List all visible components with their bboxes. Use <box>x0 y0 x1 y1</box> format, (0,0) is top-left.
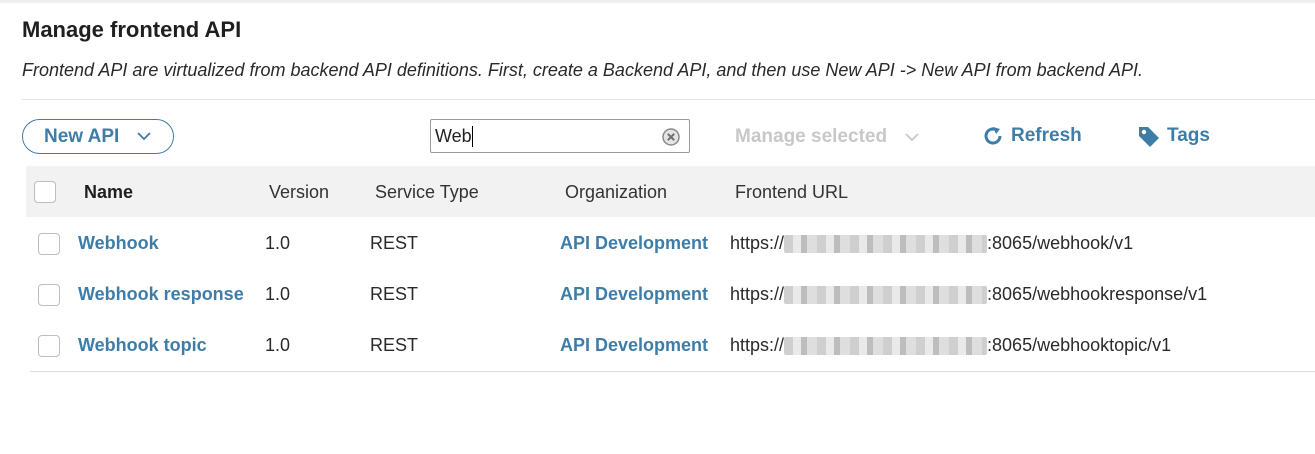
redacted-host <box>784 336 988 355</box>
redacted-host <box>784 285 988 304</box>
select-all-checkbox[interactable] <box>34 181 56 203</box>
table-row: Webhook topic 1.0 REST API Development h… <box>26 320 1315 371</box>
url-prefix: https:// <box>730 335 785 355</box>
table-bottom-border <box>30 371 1315 372</box>
url-suffix: :8065/webhook/v1 <box>987 233 1134 253</box>
column-header-name[interactable]: Name <box>84 182 133 203</box>
manage-selected-label: Manage selected <box>735 126 888 147</box>
api-service-type: REST <box>370 233 419 253</box>
url-suffix: :8065/webhooktopic/v1 <box>987 335 1172 355</box>
url-prefix: https:// <box>730 284 785 304</box>
refresh-icon <box>984 127 1002 145</box>
tag-icon <box>1139 127 1159 147</box>
api-frontend-url: https:// :8065/webhooktopic/v1 <box>730 335 1171 356</box>
new-api-button[interactable]: New API <box>22 119 174 154</box>
row-checkbox[interactable] <box>38 335 60 357</box>
api-name-link[interactable]: Webhook response <box>78 284 244 305</box>
text-cursor <box>472 126 473 147</box>
column-header-frontend-url[interactable]: Frontend URL <box>735 182 848 203</box>
tags-label: Tags <box>1167 125 1210 146</box>
api-name-link[interactable]: Webhook topic <box>78 335 207 356</box>
api-frontend-url: https:// :8065/webhookresponse/v1 <box>730 284 1207 305</box>
api-frontend-url: https:// :8065/webhook/v1 <box>730 233 1133 254</box>
chevron-down-icon <box>137 132 151 141</box>
page-subtitle: Frontend API are virtualized from backen… <box>22 60 1144 80</box>
search-box[interactable] <box>430 119 690 153</box>
manage-selected-dropdown[interactable]: Manage selected <box>735 126 919 148</box>
row-checkbox[interactable] <box>38 284 60 306</box>
table-row: Webhook response 1.0 REST API Developmen… <box>26 269 1315 320</box>
api-service-type: REST <box>370 335 419 355</box>
column-header-service-type[interactable]: Service Type <box>375 182 479 203</box>
api-organization-link[interactable]: API Development <box>560 233 708 254</box>
column-header-version[interactable]: Version <box>269 182 329 203</box>
api-service-type: REST <box>370 284 419 304</box>
clear-icon[interactable] <box>662 128 680 146</box>
row-checkbox[interactable] <box>38 233 60 255</box>
api-name-link[interactable]: Webhook <box>78 233 159 254</box>
chevron-down-icon <box>905 132 919 141</box>
api-version: 1.0 <box>265 284 291 304</box>
refresh-label: Refresh <box>1011 125 1082 146</box>
tags-button[interactable]: Tags <box>1137 124 1210 148</box>
redacted-host <box>784 234 988 253</box>
refresh-button[interactable]: Refresh <box>981 124 1082 148</box>
new-api-label: New API <box>44 125 120 147</box>
api-organization-link[interactable]: API Development <box>560 335 708 356</box>
top-border <box>0 0 1315 3</box>
api-organization-link[interactable]: API Development <box>560 284 708 305</box>
header-divider <box>22 99 1315 100</box>
api-version: 1.0 <box>265 233 291 253</box>
api-version: 1.0 <box>265 335 291 355</box>
url-suffix: :8065/webhookresponse/v1 <box>987 284 1208 304</box>
column-header-organization[interactable]: Organization <box>565 182 667 203</box>
url-prefix: https:// <box>730 233 785 253</box>
table-header <box>26 166 1315 217</box>
table-row: Webhook 1.0 REST API Development https:/… <box>26 218 1315 269</box>
search-input[interactable] <box>435 125 655 147</box>
page-title: Manage frontend API <box>22 17 242 42</box>
